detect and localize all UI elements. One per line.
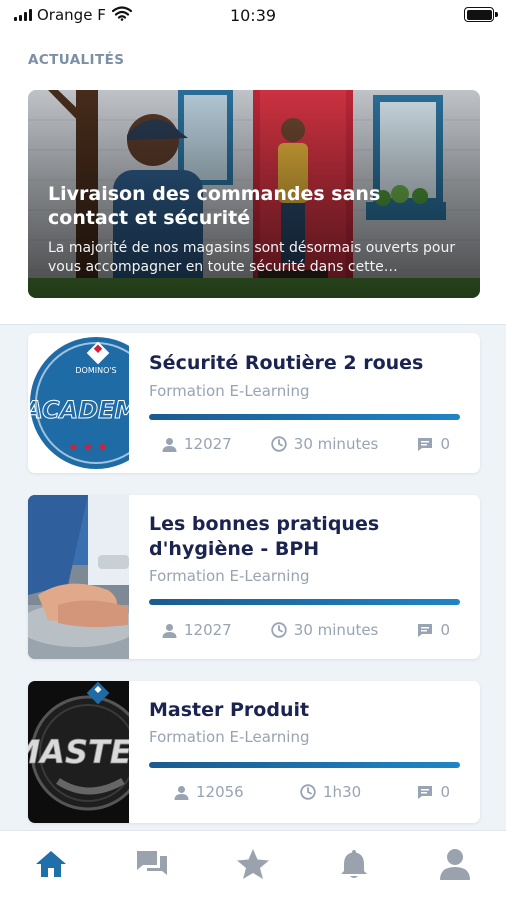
course-type: Formation E-Learning [149, 567, 310, 585]
course-meta: 12027 30 minutes 0 [149, 432, 460, 456]
courses-list: DOMINO'S ACADEMY ★ ★ ★ Sécurité Routière… [0, 324, 506, 830]
participants-count: 12027 [184, 621, 232, 639]
course-progress-bar [149, 762, 460, 768]
course-thumbnail-academy: DOMINO'S ACADEMY ★ ★ ★ [28, 333, 129, 473]
status-bar: Orange F 10:39 [0, 0, 506, 30]
course-title: Sécurité Routière 2 roues [149, 352, 424, 374]
participants-count: 12027 [184, 435, 232, 453]
course-type: Formation E-Learning [149, 728, 310, 746]
course-progress-bar [149, 414, 460, 420]
hero-title: Livraison des commandes sans contact et … [48, 183, 381, 229]
course-duration: 1h30 [323, 783, 362, 801]
tab-notifications[interactable] [337, 849, 371, 883]
course-title: Les bonnes pratiques d'hygiène - BPH [149, 513, 380, 560]
course-thumbnail-hygiene [28, 495, 129, 659]
comment-icon [417, 785, 433, 800]
course-progress-bar [149, 599, 460, 605]
tab-home[interactable] [34, 849, 68, 883]
comments-count: 0 [440, 783, 450, 801]
tab-profile[interactable] [438, 848, 472, 884]
svg-text:★ ★ ★: ★ ★ ★ [68, 440, 108, 454]
participants-icon [162, 437, 177, 452]
signal-bars-icon [14, 9, 32, 21]
comments-count: 0 [440, 435, 450, 453]
clock-icon [271, 436, 287, 452]
chat-icon [135, 849, 169, 883]
clock-icon [271, 622, 287, 638]
participants-count: 12056 [196, 783, 244, 801]
tab-favorites[interactable] [236, 848, 270, 884]
bell-icon [339, 848, 369, 884]
star-icon [236, 848, 270, 884]
course-title: Master Produit [149, 699, 310, 721]
comment-icon [417, 437, 433, 452]
hero-description: La majorité de nos magasins sont désorma… [48, 240, 456, 275]
course-card[interactable]: Les bonnes pratiques d'hygiène - BPH For… [28, 495, 480, 659]
clock-icon [300, 784, 316, 800]
profile-icon [439, 848, 471, 884]
comment-icon [417, 623, 433, 638]
course-meta: 12027 30 minutes 0 [149, 618, 460, 642]
participants-icon [174, 785, 189, 800]
home-icon [34, 849, 68, 883]
bottom-tab-bar [0, 830, 506, 900]
thumb-master-label: MASTE [28, 733, 129, 771]
battery-icon [464, 7, 498, 22]
course-thumbnail-master: MASTE [28, 681, 129, 823]
course-duration: 30 minutes [293, 435, 379, 453]
carrier-name: Orange F [37, 6, 106, 24]
participants-icon [162, 623, 177, 638]
comments-count: 0 [440, 621, 450, 639]
section-title-news: ACTUALITÉS [28, 52, 125, 68]
course-meta: 12056 1h30 0 [149, 780, 460, 804]
thumb-brand-label: DOMINO'S [75, 366, 116, 375]
news-hero-card[interactable]: Livraison des commandes sans contact et … [28, 90, 480, 298]
course-type: Formation E-Learning [149, 382, 310, 400]
course-duration: 30 minutes [293, 621, 379, 639]
thumb-academy-label: ACADEMY [28, 396, 129, 424]
course-card[interactable]: DOMINO'S ACADEMY ★ ★ ★ Sécurité Routière… [28, 333, 480, 473]
tab-messages[interactable] [135, 849, 169, 883]
course-card[interactable]: MASTE Master Produit Formation E-Learnin… [28, 681, 480, 823]
wifi-icon [111, 5, 132, 25]
